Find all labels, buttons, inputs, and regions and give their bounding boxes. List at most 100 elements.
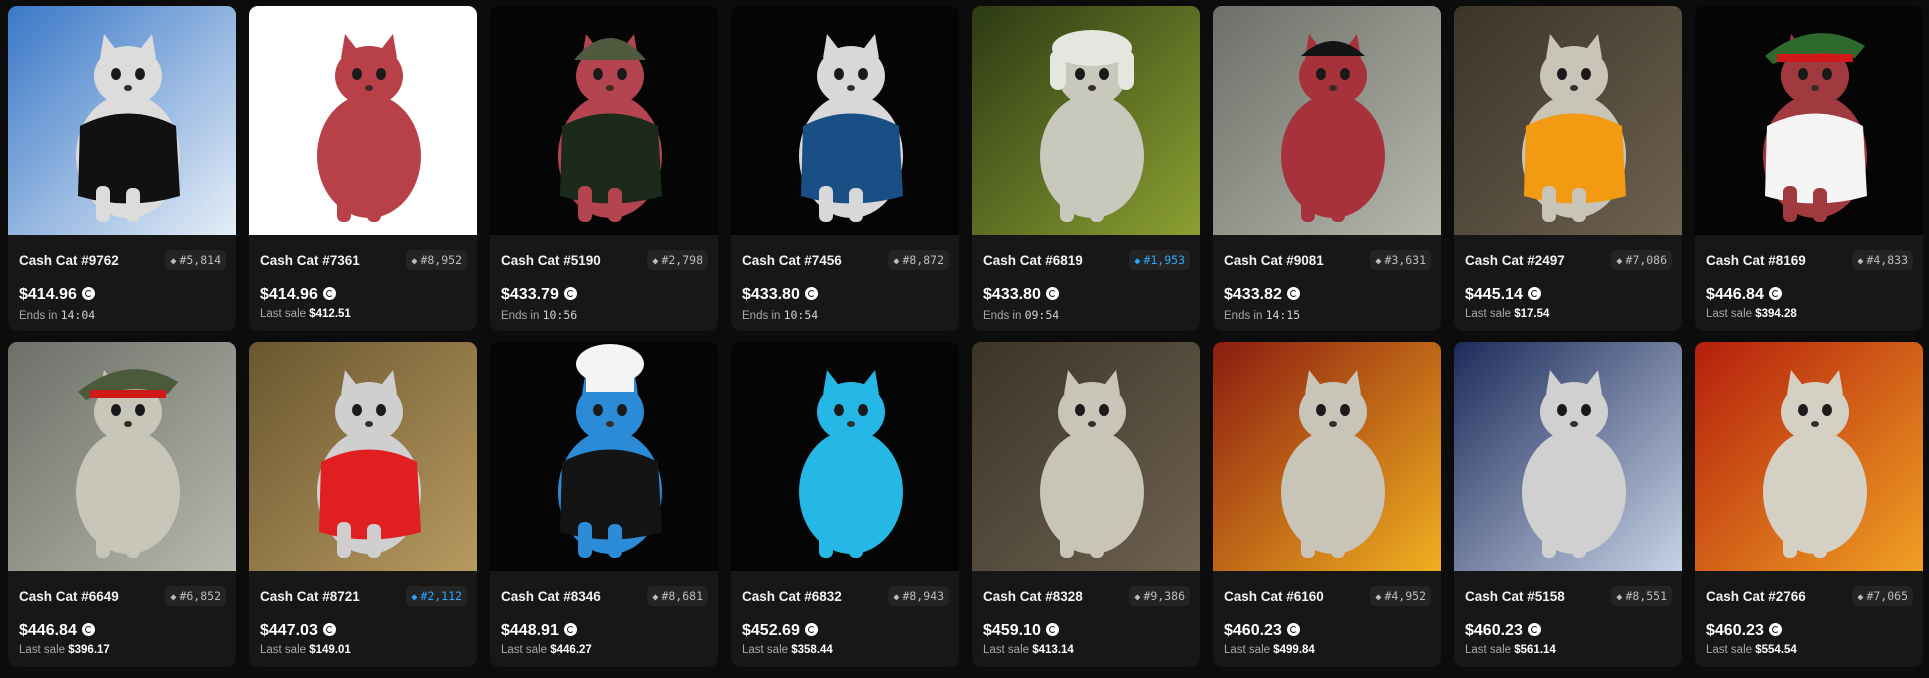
nft-name[interactable]: Cash Cat #8169	[1706, 253, 1806, 268]
nft-card-info: Cash Cat #8721 ◆ #2,112 $447.03 Last sale $1…	[249, 571, 477, 667]
nft-card[interactable]: Cash Cat #5158 ◆ #8,551 $460.23 Last sale $5…	[1454, 342, 1682, 667]
nft-card[interactable]: Cash Cat #8328 ◆ #9,386 $459.10 Last sale $4…	[972, 342, 1200, 667]
nft-sub-value: 14:15	[1265, 308, 1301, 322]
nft-sub-line: Last sale $394.28	[1706, 308, 1797, 320]
cat-artwork	[490, 6, 718, 235]
nft-sub-value: $554.54	[1755, 644, 1797, 656]
nft-name[interactable]: Cash Cat #8721	[260, 589, 360, 604]
nft-thumbnail[interactable]	[1695, 342, 1923, 571]
nft-sub-label: Last sale	[19, 644, 66, 656]
rarity-rank-badge: ◆ #8,952	[406, 250, 467, 270]
nft-price: $446.84	[19, 622, 95, 640]
nft-card[interactable]: Cash Cat #7456 ◆ #8,872 $433.80 Ends in 10:5…	[731, 6, 959, 331]
nft-price: $448.91	[501, 622, 577, 640]
nft-thumbnail[interactable]	[1213, 342, 1441, 571]
nft-thumbnail[interactable]	[490, 6, 718, 235]
nft-card[interactable]: Cash Cat #9762 ◆ #5,814 $414.96 Ends in 14:0…	[8, 6, 236, 331]
nft-thumbnail[interactable]	[1454, 6, 1682, 235]
nft-sub-value: $412.51	[309, 308, 351, 320]
nft-price: $460.23	[1465, 622, 1541, 640]
nft-sub-label: Last sale	[501, 644, 548, 656]
nft-name[interactable]: Cash Cat #8346	[501, 589, 601, 604]
solana-token-icon	[1286, 287, 1300, 300]
rarity-rank-value: #9,386	[1143, 589, 1185, 603]
nft-thumbnail[interactable]	[249, 6, 477, 235]
nft-thumbnail[interactable]	[249, 342, 477, 571]
cat-artwork	[1695, 6, 1923, 235]
nft-name[interactable]: Cash Cat #8328	[983, 589, 1083, 604]
nft-thumbnail[interactable]	[1454, 342, 1682, 571]
diamond-icon: ◆	[893, 256, 900, 267]
nft-card-info: Cash Cat #8328 ◆ #9,386 $459.10 Last sale $4…	[972, 571, 1200, 667]
nft-card[interactable]: Cash Cat #6160 ◆ #4,952 $460.23 Last sale $4…	[1213, 342, 1441, 667]
nft-sub-line: Ends in 09:54	[983, 308, 1059, 322]
solana-token-icon	[1045, 623, 1059, 636]
nft-name[interactable]: Cash Cat #5158	[1465, 589, 1565, 604]
nft-price: $433.79	[501, 286, 577, 304]
nft-name[interactable]: Cash Cat #6160	[1224, 589, 1324, 604]
nft-price-value: $414.96	[260, 286, 318, 303]
nft-price-value: $433.80	[742, 286, 800, 303]
rarity-rank-value: #2,112	[420, 589, 462, 603]
nft-card[interactable]: Cash Cat #5190 ◆ #2,798 $433.79 Ends in 10:5…	[490, 6, 718, 331]
solana-token-icon	[563, 623, 577, 636]
nft-name[interactable]: Cash Cat #7361	[260, 253, 360, 268]
nft-card[interactable]: Cash Cat #8721 ◆ #2,112 $447.03 Last sale $1…	[249, 342, 477, 667]
nft-thumbnail[interactable]	[8, 342, 236, 571]
nft-price-value: $433.82	[1224, 286, 1282, 303]
rarity-rank-value: #8,952	[420, 253, 462, 267]
rarity-rank-value: #3,631	[1384, 253, 1426, 267]
nft-name[interactable]: Cash Cat #9762	[19, 253, 119, 268]
nft-card[interactable]: Cash Cat #9081 ◆ #3,631 $433.82 Ends in 14:1…	[1213, 6, 1441, 331]
nft-thumbnail[interactable]	[731, 342, 959, 571]
nft-name[interactable]: Cash Cat #6649	[19, 589, 119, 604]
nft-thumbnail[interactable]	[8, 6, 236, 235]
nft-name[interactable]: Cash Cat #2497	[1465, 253, 1565, 268]
nft-card-grid: Cash Cat #9762 ◆ #5,814 $414.96 Ends in 14:0…	[8, 6, 1923, 667]
nft-card[interactable]: Cash Cat #2497 ◆ #7,086 $445.14 Last sale $1…	[1454, 6, 1682, 331]
nft-card[interactable]: Cash Cat #6819 ◆ #1,953 $433.80 Ends in 09:5…	[972, 6, 1200, 331]
nft-card[interactable]: Cash Cat #7361 ◆ #8,952 $414.96 Last sale $4…	[249, 6, 477, 331]
nft-name[interactable]: Cash Cat #9081	[1224, 253, 1324, 268]
nft-price-value: $460.23	[1706, 622, 1764, 639]
cat-artwork	[1695, 342, 1923, 571]
nft-sub-label: Last sale	[260, 644, 307, 656]
nft-card[interactable]: Cash Cat #8346 ◆ #8,681 $448.91 Last sale $4…	[490, 342, 718, 667]
nft-thumbnail[interactable]	[972, 6, 1200, 235]
nft-card[interactable]: Cash Cat #2766 ◆ #7,065 $460.23 Last sale $5…	[1695, 342, 1923, 667]
nft-name[interactable]: Cash Cat #6832	[742, 589, 842, 604]
diamond-icon: ◆	[1375, 256, 1382, 267]
nft-sub-label: Last sale	[1706, 644, 1753, 656]
nft-sub-line: Last sale $412.51	[260, 308, 351, 320]
nft-thumbnail[interactable]	[490, 342, 718, 571]
nft-price: $447.03	[260, 622, 336, 640]
solana-token-icon	[1286, 623, 1300, 636]
solana-token-icon	[804, 623, 818, 636]
cat-artwork	[249, 342, 477, 571]
nft-card[interactable]: Cash Cat #6649 ◆ #6,852 $446.84 Last sale $3…	[8, 342, 236, 667]
rarity-rank-badge: ◆ #4,833	[1852, 250, 1913, 270]
nft-thumbnail[interactable]	[1213, 6, 1441, 235]
rarity-rank-value: #4,952	[1384, 589, 1426, 603]
nft-name[interactable]: Cash Cat #5190	[501, 253, 601, 268]
nft-sub-line: Last sale $561.14	[1465, 644, 1556, 656]
nft-price-value: $445.14	[1465, 286, 1523, 303]
diamond-icon: ◆	[1616, 256, 1623, 267]
nft-card[interactable]: Cash Cat #6832 ◆ #8,943 $452.69 Last sale $3…	[731, 342, 959, 667]
nft-name[interactable]: Cash Cat #7456	[742, 253, 842, 268]
solana-token-icon	[1527, 623, 1541, 636]
nft-name[interactable]: Cash Cat #6819	[983, 253, 1083, 268]
nft-thumbnail[interactable]	[1695, 6, 1923, 235]
nft-sub-value: $499.84	[1273, 644, 1315, 656]
nft-thumbnail[interactable]	[731, 6, 959, 235]
nft-name[interactable]: Cash Cat #2766	[1706, 589, 1806, 604]
nft-sub-line: Ends in 10:54	[742, 308, 818, 322]
rarity-rank-value: #4,833	[1866, 253, 1908, 267]
nft-price-value: $446.84	[1706, 286, 1764, 303]
nft-thumbnail[interactable]	[972, 342, 1200, 571]
nft-sub-line: Last sale $446.27	[501, 644, 592, 656]
nft-card[interactable]: Cash Cat #8169 ◆ #4,833 $446.84 Last sale $3…	[1695, 6, 1923, 331]
nft-sub-value: $149.01	[309, 644, 351, 656]
nft-price-value: $448.91	[501, 622, 559, 639]
solana-token-icon	[81, 287, 95, 300]
